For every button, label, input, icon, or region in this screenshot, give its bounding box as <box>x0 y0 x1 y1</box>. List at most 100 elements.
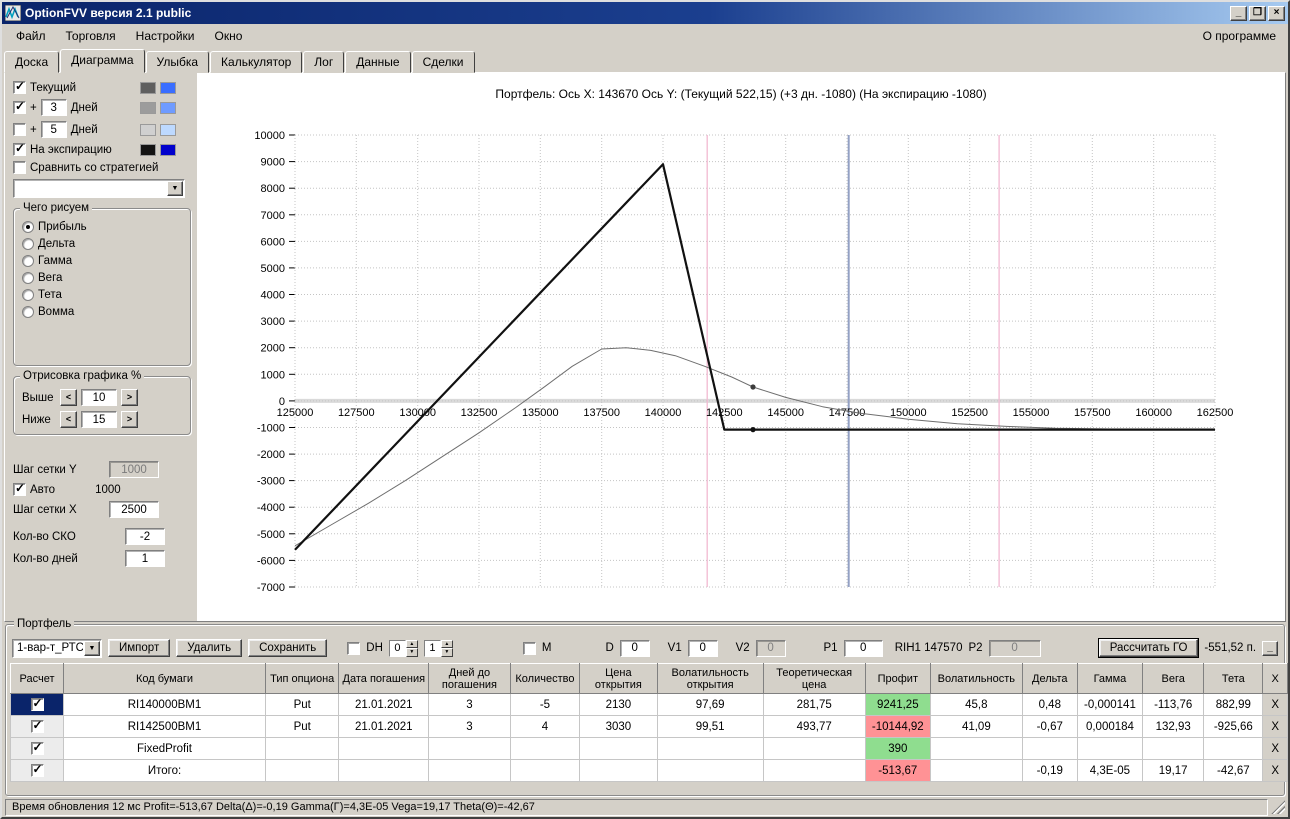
spin-up-icon[interactable]: ▲ <box>405 639 418 648</box>
row-delete-button[interactable]: X <box>1262 737 1288 760</box>
below-increase-button[interactable]: > <box>121 411 138 428</box>
row-delete-button[interactable]: X <box>1262 715 1288 738</box>
below-percent-input[interactable] <box>81 411 117 428</box>
menu-trading[interactable]: Торговля <box>56 26 126 46</box>
menu-file[interactable]: Файл <box>6 26 56 46</box>
cell: 493,77 <box>762 715 866 738</box>
sko-count-input[interactable] <box>125 528 165 545</box>
menu-about[interactable]: О программе <box>1195 26 1284 46</box>
cell: 3 <box>428 715 511 738</box>
chart-controls-panel: Текущий + Дней + Дней <box>5 73 197 621</box>
save-button[interactable]: Сохранить <box>248 639 328 657</box>
preset-select[interactable]: 1-вар-т_РТС ▼ <box>12 638 102 658</box>
radio-theta[interactable] <box>22 289 34 301</box>
radio-vega-label: Вега <box>38 272 63 284</box>
delete-button[interactable]: Удалить <box>176 639 243 657</box>
minimize-button[interactable]: _ <box>1230 5 1247 21</box>
expiration-color-swatch-1[interactable] <box>140 143 156 156</box>
calc-go-button[interactable]: Рассчитать ГО <box>1097 638 1200 658</box>
days-count-input[interactable] <box>125 550 165 567</box>
tab-calculator[interactable]: Калькулятор <box>210 51 303 73</box>
cell: 281,75 <box>762 693 866 716</box>
row-calc-checkbox[interactable] <box>30 762 44 777</box>
row-calc-cell[interactable] <box>9 737 65 760</box>
chevron-down-icon[interactable]: ▼ <box>167 181 183 196</box>
current-checkbox[interactable] <box>13 79 26 94</box>
above-percent-input[interactable] <box>81 389 117 406</box>
tab-smile[interactable]: Улыбка <box>145 51 210 73</box>
v1-field[interactable]: 0 <box>687 639 718 657</box>
close-button[interactable]: × <box>1268 5 1285 21</box>
tab-deals[interactable]: Сделки <box>411 51 475 73</box>
y-axis-label: 8000 <box>261 183 285 195</box>
titlebar[interactable]: OptionFVV версия 2.1 public _ ❐ × <box>2 2 1288 24</box>
plus5-checkbox[interactable] <box>13 123 26 136</box>
plus3-color-swatch-1[interactable] <box>140 101 156 114</box>
plus3-color-swatch-2[interactable] <box>160 101 176 114</box>
row-calc-cell[interactable] <box>9 693 65 716</box>
cell: 0,000184 <box>1076 715 1144 738</box>
cell: -0,000141 <box>1076 693 1144 716</box>
spin-up-icon[interactable]: ▲ <box>440 639 453 648</box>
d-field[interactable]: 0 <box>619 639 650 657</box>
expiration-color-swatch-2[interactable] <box>160 143 176 156</box>
tab-data[interactable]: Данные <box>345 51 411 73</box>
go-result-value: -551,52 п. <box>1204 642 1257 654</box>
p2-field: 0 <box>988 639 1041 657</box>
chevron-down-icon[interactable]: ▼ <box>84 640 100 656</box>
above-decrease-button[interactable]: < <box>60 389 77 406</box>
resize-grip-icon[interactable] <box>1271 800 1285 814</box>
tab-diagram[interactable]: Диаграмма <box>60 49 145 73</box>
radio-delta[interactable] <box>22 238 34 250</box>
radio-profit[interactable] <box>22 221 34 233</box>
cell <box>264 759 340 782</box>
grid-step-x-input[interactable] <box>109 501 159 518</box>
row-delete-button[interactable]: X <box>1262 693 1288 716</box>
strategy-select[interactable]: ▼ <box>13 179 185 198</box>
expiration-checkbox[interactable] <box>13 141 26 156</box>
below-label: Ниже <box>22 413 51 426</box>
collapse-button[interactable]: _ <box>1262 640 1278 656</box>
spin-down-icon[interactable]: ▼ <box>440 648 453 657</box>
dh-spinner-1-value[interactable]: 0 <box>388 639 406 657</box>
radio-vomma[interactable] <box>22 306 34 318</box>
current-color-swatch-1[interactable] <box>140 81 156 94</box>
p1-field[interactable]: 0 <box>843 639 883 657</box>
spin-down-icon[interactable]: ▼ <box>405 648 418 657</box>
chart-svg[interactable]: -7000-6000-5000-4000-3000-2000-100001000… <box>197 105 1282 621</box>
row-calc-checkbox[interactable] <box>30 740 44 755</box>
radio-vega[interactable] <box>22 272 34 284</box>
compare-strategy-checkbox[interactable] <box>13 161 26 174</box>
plus3-days-input[interactable] <box>40 99 67 116</box>
radio-vomma-label: Вомма <box>38 306 75 318</box>
plus3-checkbox[interactable] <box>13 99 26 114</box>
dh-spinner-2[interactable]: 1 ▲ ▼ <box>423 639 453 657</box>
column-header: Гамма <box>1076 663 1144 694</box>
radio-gamma[interactable] <box>22 255 34 267</box>
row-delete-button[interactable]: X <box>1262 759 1288 782</box>
menu-window[interactable]: Окно <box>205 26 253 46</box>
m-checkbox[interactable] <box>522 641 536 655</box>
above-increase-button[interactable]: > <box>121 389 138 406</box>
maximize-button[interactable]: ❐ <box>1249 5 1266 21</box>
row-calc-checkbox[interactable] <box>30 696 44 711</box>
below-decrease-button[interactable]: < <box>60 411 77 428</box>
plus5-color-swatch-2[interactable] <box>160 123 176 136</box>
import-button[interactable]: Импорт <box>108 639 171 657</box>
tab-board[interactable]: Доска <box>4 51 60 73</box>
row-calc-cell[interactable] <box>9 715 65 738</box>
plus5-days-input[interactable] <box>40 121 67 138</box>
row-calc-cell[interactable] <box>9 759 65 782</box>
row-calc-checkbox[interactable] <box>30 718 44 733</box>
plus5-color-swatch-1[interactable] <box>140 123 156 136</box>
column-header: Тета <box>1203 663 1264 694</box>
dh-spinner-1[interactable]: 0 ▲ ▼ <box>388 639 418 657</box>
menu-settings[interactable]: Настройки <box>126 26 205 46</box>
auto-grid-checkbox[interactable] <box>13 481 26 496</box>
tab-log[interactable]: Лог <box>303 51 345 73</box>
current-color-swatch-2[interactable] <box>160 81 176 94</box>
cell <box>338 737 430 760</box>
column-header: Профит <box>864 663 931 694</box>
dh-checkbox[interactable] <box>347 641 361 655</box>
dh-spinner-2-value[interactable]: 1 <box>423 639 441 657</box>
